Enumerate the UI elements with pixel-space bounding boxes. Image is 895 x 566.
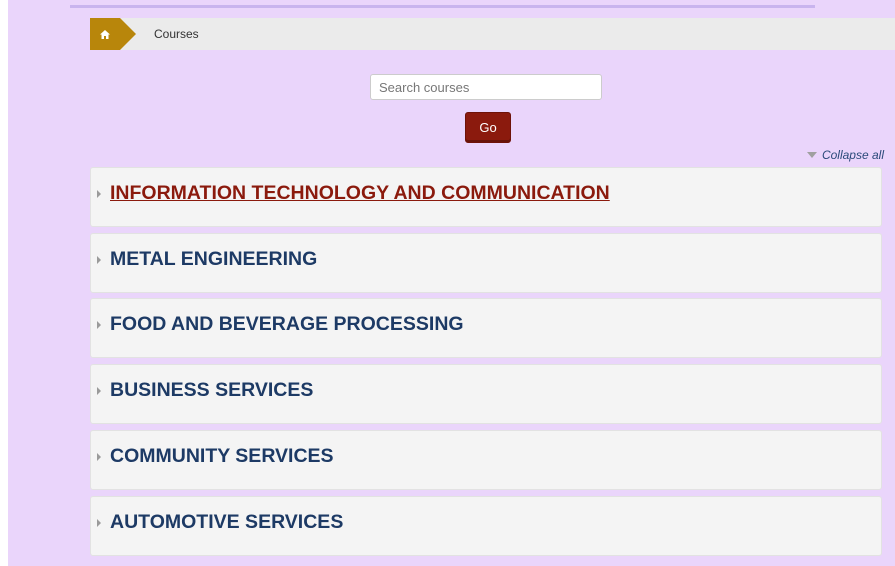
category-link[interactable]: FOOD AND BEVERAGE PROCESSING [110, 313, 464, 336]
caret-right-icon[interactable] [97, 453, 101, 461]
category-item: AUTOMOTIVE SERVICES [90, 496, 882, 556]
category-item: INFORMATION TECHNOLOGY AND COMMUNICATION [90, 167, 882, 227]
category-item: BUSINESS SERVICES [90, 364, 882, 424]
caret-right-icon[interactable] [97, 519, 101, 527]
breadcrumb-current: Courses [154, 27, 199, 41]
caret-down-icon [806, 152, 817, 158]
category-item: COMMUNITY SERVICES [90, 430, 882, 490]
top-border-line [70, 5, 815, 8]
category-link[interactable]: BUSINESS SERVICES [110, 379, 313, 402]
category-item: FOOD AND BEVERAGE PROCESSING [90, 298, 882, 358]
collapse-all-label: Collapse all [821, 148, 884, 162]
category-link[interactable]: COMMUNITY SERVICES [110, 445, 334, 468]
caret-right-icon[interactable] [97, 321, 101, 329]
go-button[interactable]: Go [465, 112, 511, 143]
caret-right-icon[interactable] [97, 387, 101, 395]
collapse-all-link[interactable]: Collapse all [806, 148, 884, 162]
home-icon [100, 29, 110, 39]
category-item: METAL ENGINEERING [90, 233, 882, 293]
category-link[interactable]: AUTOMOTIVE SERVICES [110, 511, 343, 534]
category-link[interactable]: METAL ENGINEERING [110, 248, 317, 271]
breadcrumb: Courses [90, 18, 895, 50]
category-link[interactable]: INFORMATION TECHNOLOGY AND COMMUNICATION [110, 182, 610, 205]
caret-right-icon[interactable] [97, 190, 101, 198]
search-courses-input[interactable] [370, 74, 602, 100]
caret-right-icon[interactable] [97, 256, 101, 264]
breadcrumb-home[interactable] [90, 18, 136, 50]
